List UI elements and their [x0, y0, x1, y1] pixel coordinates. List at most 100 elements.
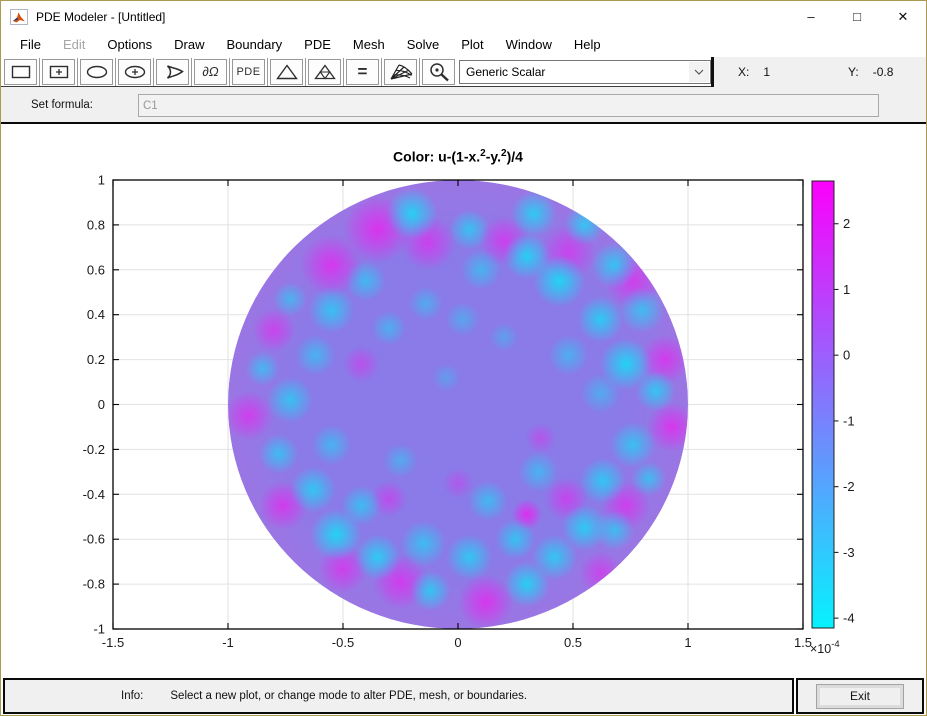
- svg-text:0: 0: [454, 635, 461, 650]
- cursor-position-panel: X: 1 Y: -0.8: [711, 56, 926, 87]
- menu-edit: Edit: [62, 37, 86, 52]
- toolbar-separator: [39, 57, 40, 86]
- menu-window[interactable]: Window: [495, 34, 563, 55]
- rectangle-icon: [11, 65, 30, 78]
- statusbar: Info: Select a new plot, or change mode …: [1, 677, 926, 715]
- toolbar-separator: [229, 57, 230, 86]
- exit-panel: Exit: [796, 678, 924, 714]
- set-formula-input[interactable]: [138, 94, 879, 117]
- chevron-down-icon[interactable]: [689, 61, 709, 82]
- svg-text:0.5: 0.5: [564, 635, 582, 650]
- svg-text:0: 0: [98, 397, 105, 412]
- plot-type-dropdown[interactable]: Generic Scalar: [459, 59, 711, 84]
- toolbar-separator: [115, 57, 116, 86]
- draw-rectangle-button[interactable]: [4, 58, 37, 85]
- menu-help[interactable]: Help: [563, 34, 612, 55]
- window-title: PDE Modeler - [Untitled]: [36, 9, 166, 24]
- svg-text:-0.2: -0.2: [83, 442, 105, 457]
- equals-icon: =: [357, 61, 368, 81]
- ellipse-center-icon: [124, 65, 145, 78]
- magnifier-icon: [429, 62, 449, 81]
- toolbar-separator: [153, 57, 154, 86]
- svg-text:-0.4: -0.4: [83, 487, 105, 502]
- minimize-button[interactable]: –: [788, 1, 834, 32]
- menu-boundary[interactable]: Boundary: [216, 34, 294, 55]
- plot-3d-button[interactable]: [384, 58, 417, 85]
- refine-mesh-button[interactable]: [308, 58, 341, 85]
- solution-plot: -1.5 -1 -0.5 0 0.5 1 1.510.80.60.40.20-0.2-0.4…: [83, 173, 855, 657]
- svg-text:0.6: 0.6: [87, 262, 105, 277]
- polygon-icon: [166, 64, 184, 79]
- menubar: File Edit Options Draw Boundary PDE Mesh Solve P…: [1, 32, 926, 57]
- pde-modeler-window: PDE Modeler - [Untitled] – □ ✕ File Edit O…: [0, 0, 927, 716]
- pde-label-icon: PDE: [236, 65, 261, 78]
- plot-canvas: Color: u-(1-x.2-y.2)/4 -1.5 -1 -0.5 0 0.5 1 1.…: [1, 124, 926, 677]
- svg-text:-1.5: -1.5: [102, 635, 124, 650]
- svg-text:2: 2: [843, 216, 850, 231]
- plot-type-value: Generic Scalar: [466, 64, 546, 79]
- info-label: Info:: [121, 690, 144, 702]
- menu-pde[interactable]: PDE: [293, 34, 342, 55]
- refine-triangle-icon: [313, 63, 336, 79]
- menu-options[interactable]: Options: [96, 34, 163, 55]
- svg-text:-1: -1: [93, 622, 105, 637]
- svg-text:-1: -1: [222, 635, 234, 650]
- x-coordinate-label: X:: [738, 64, 750, 79]
- menu-file[interactable]: File: [9, 34, 52, 55]
- menu-mesh[interactable]: Mesh: [342, 34, 396, 55]
- colorbar: 2 1 0 -1 -2 -3 -4×10-4: [810, 180, 855, 656]
- initialize-mesh-button[interactable]: [270, 58, 303, 85]
- svg-text:0: 0: [843, 348, 850, 363]
- toolbar: ∂Ω PDE = Generic Scalar X: 1 Y: -0.8: [1, 56, 926, 87]
- svg-text:1: 1: [843, 282, 850, 297]
- close-button[interactable]: ✕: [880, 1, 926, 32]
- draw-ellipse-centered-button[interactable]: [118, 58, 151, 85]
- draw-ellipse-button[interactable]: [80, 58, 113, 85]
- svg-text:-2: -2: [843, 479, 855, 494]
- draw-polygon-button[interactable]: [156, 58, 189, 85]
- svg-text:0.2: 0.2: [87, 352, 105, 367]
- info-message: Select a new plot, or change mode to alt…: [170, 690, 528, 702]
- toolbar-separator: [419, 57, 420, 86]
- rectangle-center-icon: [49, 65, 68, 78]
- solution-surface: [228, 180, 688, 629]
- set-formula-label: Set formula:: [31, 98, 93, 111]
- svg-text:0.4: 0.4: [87, 307, 105, 322]
- toolbar-separator: [267, 57, 268, 86]
- svg-text:-4: -4: [843, 611, 855, 626]
- svg-text:-3: -3: [843, 545, 855, 560]
- toolbar-separator: [77, 57, 78, 86]
- menu-draw[interactable]: Draw: [163, 34, 215, 55]
- set-formula-bar: Set formula:: [1, 87, 926, 124]
- ellipse-icon: [86, 65, 107, 78]
- draw-rectangle-centered-button[interactable]: [42, 58, 75, 85]
- triangle-icon: [275, 63, 298, 79]
- toolbar-separator: [305, 57, 306, 86]
- titlebar: PDE Modeler - [Untitled] – □ ✕: [1, 1, 926, 32]
- menu-solve[interactable]: Solve: [396, 34, 451, 55]
- menu-plot[interactable]: Plot: [450, 34, 494, 55]
- boundary-mode-button[interactable]: ∂Ω: [194, 58, 227, 85]
- matlab-icon: [10, 8, 28, 25]
- toolbar-separator: [191, 57, 192, 86]
- svg-text:-0.6: -0.6: [83, 532, 105, 547]
- toolbar-separator: [381, 57, 382, 86]
- svg-text:-1: -1: [843, 413, 855, 428]
- svg-text:1: 1: [684, 635, 691, 650]
- window-controls: – □ ✕: [788, 1, 926, 32]
- pde-mode-button[interactable]: PDE: [232, 58, 265, 85]
- maximize-button[interactable]: □: [834, 1, 880, 32]
- solve-pde-button[interactable]: =: [346, 58, 379, 85]
- toolbar-separator: [343, 57, 344, 86]
- colorbar-exponent: ×10-4: [810, 639, 840, 656]
- y-coordinate-value: -0.8: [872, 64, 894, 79]
- svg-text:0.8: 0.8: [87, 217, 105, 232]
- zoom-button[interactable]: [422, 58, 455, 85]
- x-coordinate-value: 1: [763, 64, 771, 79]
- info-panel: Info: Select a new plot, or change mode …: [3, 678, 794, 714]
- y-coordinate-label: Y:: [848, 64, 859, 79]
- svg-text:-0.5: -0.5: [332, 635, 354, 650]
- exit-button[interactable]: Exit: [816, 683, 904, 709]
- boundary-omega-icon: ∂Ω: [202, 64, 219, 79]
- svg-text:-0.8: -0.8: [83, 577, 105, 592]
